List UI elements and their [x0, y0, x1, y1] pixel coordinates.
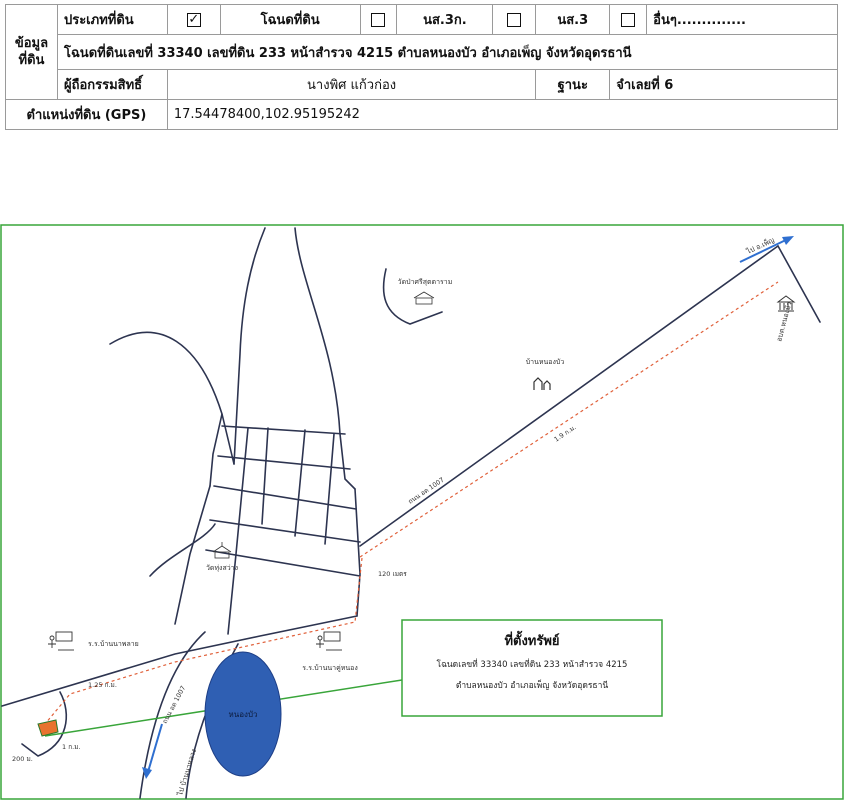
land-info-table: ข้อมูล ที่ดิน ประเภทที่ดิน ✓ โฉนดที่ดิน …: [5, 4, 839, 130]
school-left-label: ร.ร.บ้านนาพลาย: [88, 640, 139, 648]
deed-text: โฉนดที่ดินเลขที่ 33340 เลขที่ดิน 233 หน้…: [56, 34, 839, 70]
ns3k-checkbox[interactable]: [371, 12, 386, 27]
gps-row: ตำแหน่งที่ดิน (GPS) 17.54478400,102.9519…: [5, 99, 839, 130]
other-checkbox[interactable]: [621, 12, 636, 27]
temple-mid-label: วัดทุ่งสว่าง: [206, 564, 238, 572]
section-label-line1: ข้อมูล: [14, 36, 49, 51]
deed-row: โฉนดที่ดินเลขที่ 33340 เลขที่ดิน 233 หน้…: [6, 34, 839, 70]
owner-row: ผู้ถือกรรมสิทธิ์ นางพิศ แก้วก่อง ฐานะ จำ…: [6, 69, 838, 100]
ns3-checkbox[interactable]: [507, 12, 522, 27]
callout-line1: โฉนดเลขที่ 33340 เลขที่ดิน 233 หน้าสำรวจ…: [437, 658, 628, 670]
school-right-label: ร.ร.บ้านนาคู่หนอง: [302, 664, 358, 672]
owner-value: นางพิศ แก้วก่อง: [166, 69, 537, 100]
status-value: จำเลยที่ 6: [609, 69, 838, 100]
gps-value: 17.54478400,102.95195242: [166, 99, 839, 130]
temple-top-label: วัดป่าศรีสุตตาราม: [398, 278, 453, 286]
location-map: หนองบัว ไป อ.เพ็ญ ไป บ้านนาหลวง วัดป่าศร…: [0, 224, 846, 800]
owner-label: ผู้ถือกรรมสิทธิ์: [56, 69, 168, 100]
option-ns3-label: นส.3: [535, 4, 611, 35]
option-ns3k-label: นส.3ก.: [396, 4, 494, 35]
option-other-label: อื่นๆ..............: [646, 4, 838, 35]
distance-1km: 1 ก.ม.: [62, 743, 81, 751]
distance-200m: 200 ม.: [12, 755, 33, 763]
section-label-line2: ที่ดิน: [18, 53, 45, 68]
distance-125km: 1.25 ก.ม.: [88, 681, 117, 689]
gps-label: ตำแหน่งที่ดิน (GPS): [5, 99, 168, 130]
land-type-label: ประเภทที่ดิน: [56, 4, 168, 35]
deed-checkbox[interactable]: ✓: [186, 12, 201, 27]
distance-120m: 120 เมตร: [378, 570, 407, 578]
callout-line2: ตำบลหนองบัว อำเภอเพ็ญ จังหวัดอุดรธานี: [456, 679, 609, 691]
option-deed-label: โฉนดที่ดิน: [219, 4, 361, 35]
status-label: ฐานะ: [535, 69, 611, 100]
section-label-cell: ข้อมูล ที่ดิน: [5, 4, 58, 100]
pond-label: หนองบัว: [228, 710, 257, 719]
land-type-row: ข้อมูล ที่ดิน ประเภทที่ดิน ✓ โฉนดที่ดิน …: [5, 4, 838, 100]
village-label: บ้านหนองบัว: [526, 358, 565, 366]
